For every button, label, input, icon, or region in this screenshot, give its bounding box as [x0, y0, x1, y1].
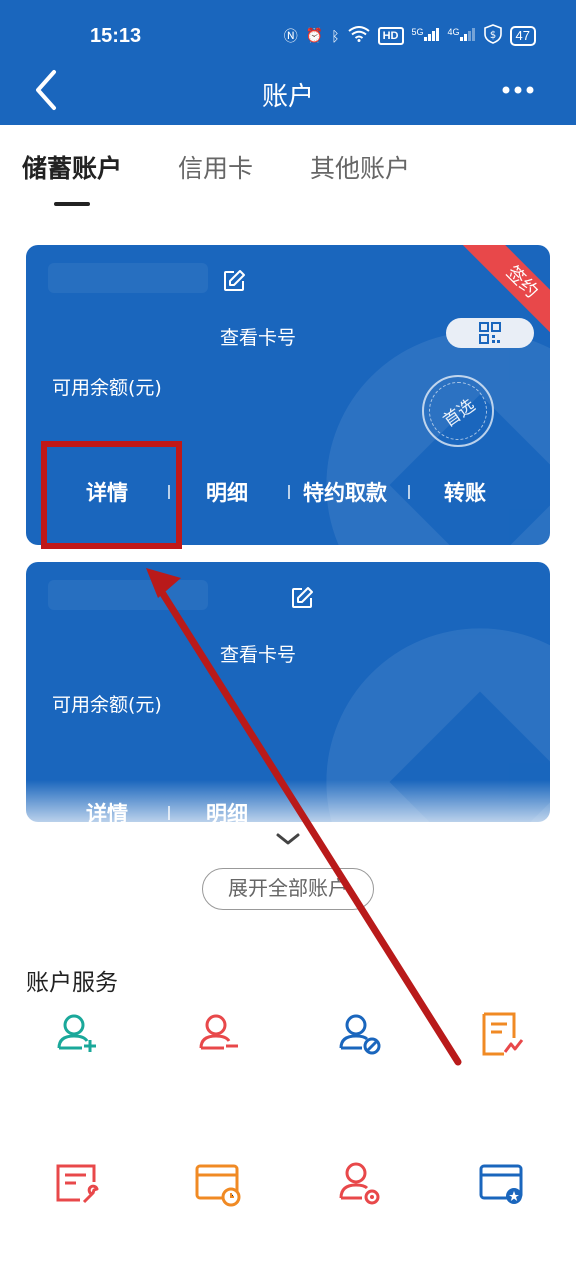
status-time: 15:13 — [90, 25, 142, 47]
top-bar: 15:13 Ⓝ ⏰ ᛒ HD 5G 4G $ 47 账户 — [0, 0, 576, 125]
card-star-icon[interactable] — [478, 1160, 526, 1208]
divider — [288, 485, 290, 499]
edit-icon[interactable] — [290, 586, 314, 610]
divider — [408, 485, 410, 499]
user-settings-icon[interactable] — [336, 1160, 384, 1208]
shield-dollar-icon: $ — [483, 24, 502, 47]
svg-text:$: $ — [489, 30, 495, 41]
nfc-icon: Ⓝ — [283, 27, 298, 44]
block-user-icon[interactable] — [336, 1010, 384, 1058]
signed-ribbon-text: 签约 — [501, 262, 543, 303]
account-services-title: 账户服务 — [26, 970, 118, 996]
hd-badge: HD — [377, 26, 404, 45]
transactions-button[interactable]: 明细 — [206, 477, 248, 507]
wifi-icon — [347, 26, 370, 45]
status-icons: Ⓝ ⏰ ᛒ HD 5G 4G $ 47 — [284, 24, 536, 47]
balance-label: 可用余额(元) — [52, 377, 162, 399]
bluetooth-icon: ᛒ — [331, 27, 340, 44]
card-clock-icon[interactable] — [194, 1160, 242, 1208]
more-button[interactable] — [500, 80, 540, 100]
tab-savings[interactable]: 储蓄账户 — [22, 149, 122, 185]
page-title: 账户 — [261, 82, 314, 112]
highlight-box — [41, 441, 182, 549]
signal-4g-icon: 4G — [448, 27, 476, 44]
nav-header: 账户 — [0, 58, 576, 124]
more-dots-icon — [502, 86, 534, 94]
battery-indicator: 47 — [509, 25, 536, 46]
balance-label: 可用余额(元) — [52, 694, 162, 716]
tab-underline — [54, 202, 90, 206]
report-chart-icon[interactable] — [478, 1010, 526, 1058]
transfer-button[interactable]: 转账 — [444, 477, 486, 507]
collapse-curve — [0, 819, 576, 865]
add-user-icon[interactable] — [54, 1010, 102, 1058]
tab-other-accounts[interactable]: 其他账户 — [310, 149, 410, 185]
signal-5g-icon: 5G — [412, 27, 440, 44]
expand-all-accounts-button[interactable]: 展开全部账户 — [202, 868, 374, 910]
account-name-masked — [48, 263, 208, 293]
edit-icon[interactable] — [222, 269, 246, 293]
view-card-number-link[interactable]: 查看卡号 — [26, 323, 490, 350]
qr-code-button[interactable] — [446, 318, 534, 348]
remove-user-icon[interactable] — [196, 1010, 244, 1058]
preferred-seal: 首选 — [422, 375, 494, 447]
special-withdrawal-button[interactable]: 特约取款 — [303, 477, 387, 507]
account-name-masked — [48, 580, 208, 610]
alarm-icon: ⏰ — [305, 27, 324, 43]
view-card-number-link[interactable]: 查看卡号 — [26, 640, 490, 667]
document-wrench-icon[interactable] — [54, 1160, 102, 1208]
qr-code-icon — [479, 322, 501, 344]
tab-credit-card[interactable]: 信用卡 — [178, 149, 253, 185]
account-tabs: 储蓄账户 信用卡 其他账户 — [0, 125, 576, 215]
